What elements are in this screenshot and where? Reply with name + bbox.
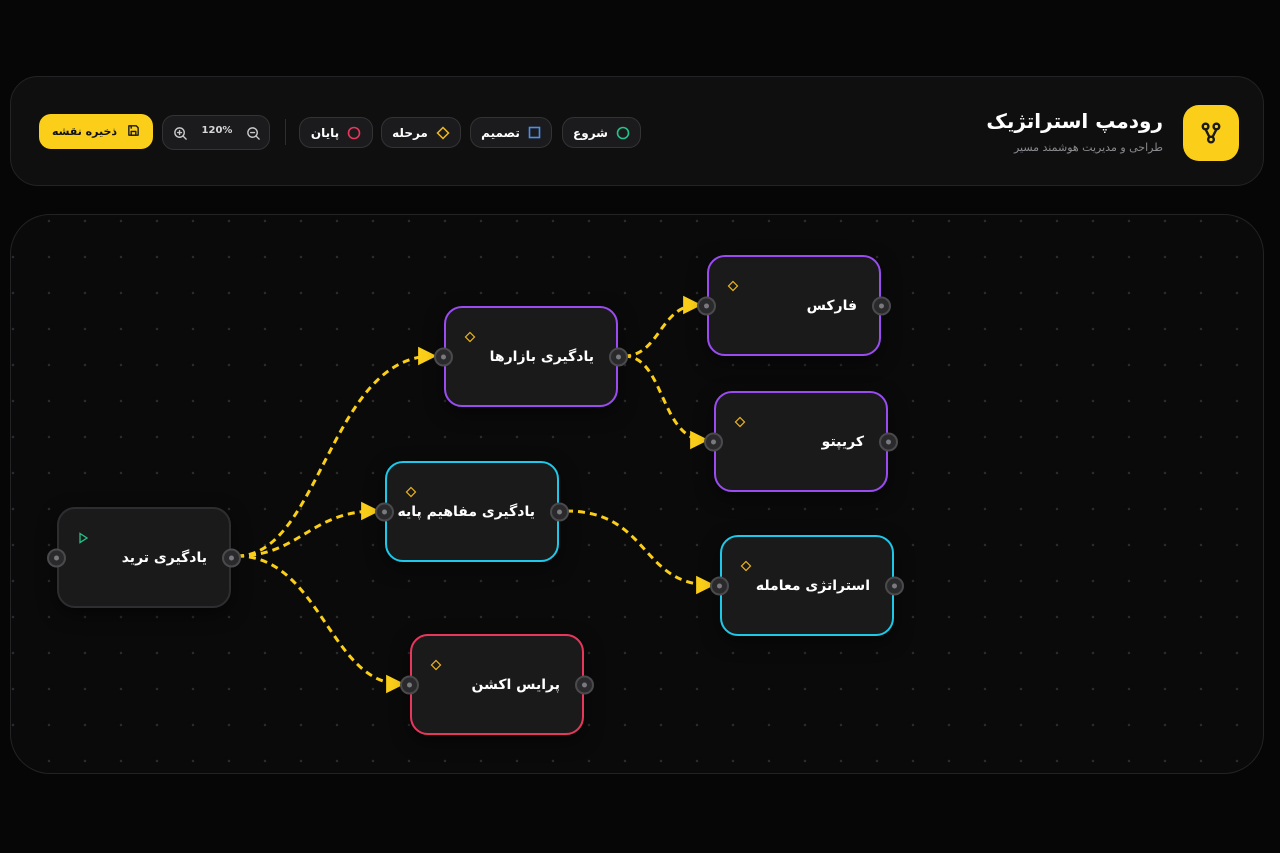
app-subtitle: طراحی و مدیریت هوشمند مسیر [1013, 141, 1163, 154]
square-icon [528, 126, 541, 139]
output-port[interactable] [609, 347, 628, 366]
circle-icon [616, 126, 630, 140]
diamond-icon [727, 277, 739, 292]
save-label: ذخیره نقشه [51, 125, 118, 138]
output-port[interactable] [222, 548, 241, 567]
app-title: رودمپ استراتژیک [986, 109, 1163, 133]
diamond-icon [734, 413, 746, 428]
zoom-out-icon[interactable] [244, 124, 262, 142]
diamond-icon [430, 656, 442, 671]
input-port[interactable] [704, 432, 723, 451]
node-label: یادگیری بازارها [489, 348, 594, 365]
legend-label: تصمیم [481, 125, 520, 140]
share-nodes-icon [1183, 105, 1239, 161]
input-port[interactable] [47, 548, 66, 567]
node-label: یادگیری مفاهیم پایه [397, 503, 535, 520]
legend-step[interactable]: مرحله [381, 117, 461, 148]
legend-label: مرحله [392, 125, 428, 140]
node-label: فارکس [806, 297, 857, 314]
zoom-control: 120% [162, 115, 270, 150]
output-port[interactable] [872, 296, 891, 315]
roadmap-canvas[interactable] [10, 214, 1264, 774]
legend-label: شروع [573, 125, 608, 140]
output-port[interactable] [885, 576, 904, 595]
output-port[interactable] [550, 502, 569, 521]
legend-start[interactable]: شروع [562, 117, 641, 148]
legend-label: پایان [310, 125, 340, 140]
node-label: استراتژی معامله [755, 577, 870, 594]
node-trading-strategy[interactable]: استراتژی معامله [710, 535, 904, 636]
output-port[interactable] [575, 675, 594, 694]
circle-icon [347, 126, 361, 140]
output-port[interactable] [879, 432, 898, 451]
node-learn-basics[interactable]: یادگیری مفاهیم پایه [375, 461, 569, 562]
save-icon [127, 124, 140, 140]
node-label: کریپتو [821, 433, 864, 450]
toolbar-divider [285, 119, 286, 145]
legend-end[interactable]: پایان [299, 117, 373, 148]
zoom-in-icon[interactable] [171, 124, 189, 142]
zoom-level: 120% [201, 125, 233, 136]
node-crypto[interactable]: کریپتو [704, 391, 898, 492]
diamond-icon [740, 557, 752, 572]
input-port[interactable] [375, 502, 394, 521]
input-port[interactable] [697, 296, 716, 315]
input-port[interactable] [434, 347, 453, 366]
diamond-icon [436, 125, 450, 140]
node-learn-trade[interactable]: یادگیری ترید [47, 507, 241, 608]
play-icon [77, 529, 89, 544]
node-learn-markets[interactable]: یادگیری بازارها [434, 306, 628, 407]
header-toolbar: رودمپ استراتژیک طراحی و مدیریت هوشمند مس… [10, 76, 1264, 186]
input-port[interactable] [710, 576, 729, 595]
diamond-icon [464, 328, 476, 343]
node-price-action[interactable]: پرایس اکشن [400, 634, 594, 735]
node-forex[interactable]: فارکس [697, 255, 891, 356]
input-port[interactable] [400, 675, 419, 694]
node-label: یادگیری ترید [121, 549, 207, 566]
save-map-button[interactable]: ذخیره نقشه [39, 114, 153, 149]
legend-decision[interactable]: تصمیم [470, 117, 552, 148]
node-label: پرایس اکشن [471, 676, 560, 693]
